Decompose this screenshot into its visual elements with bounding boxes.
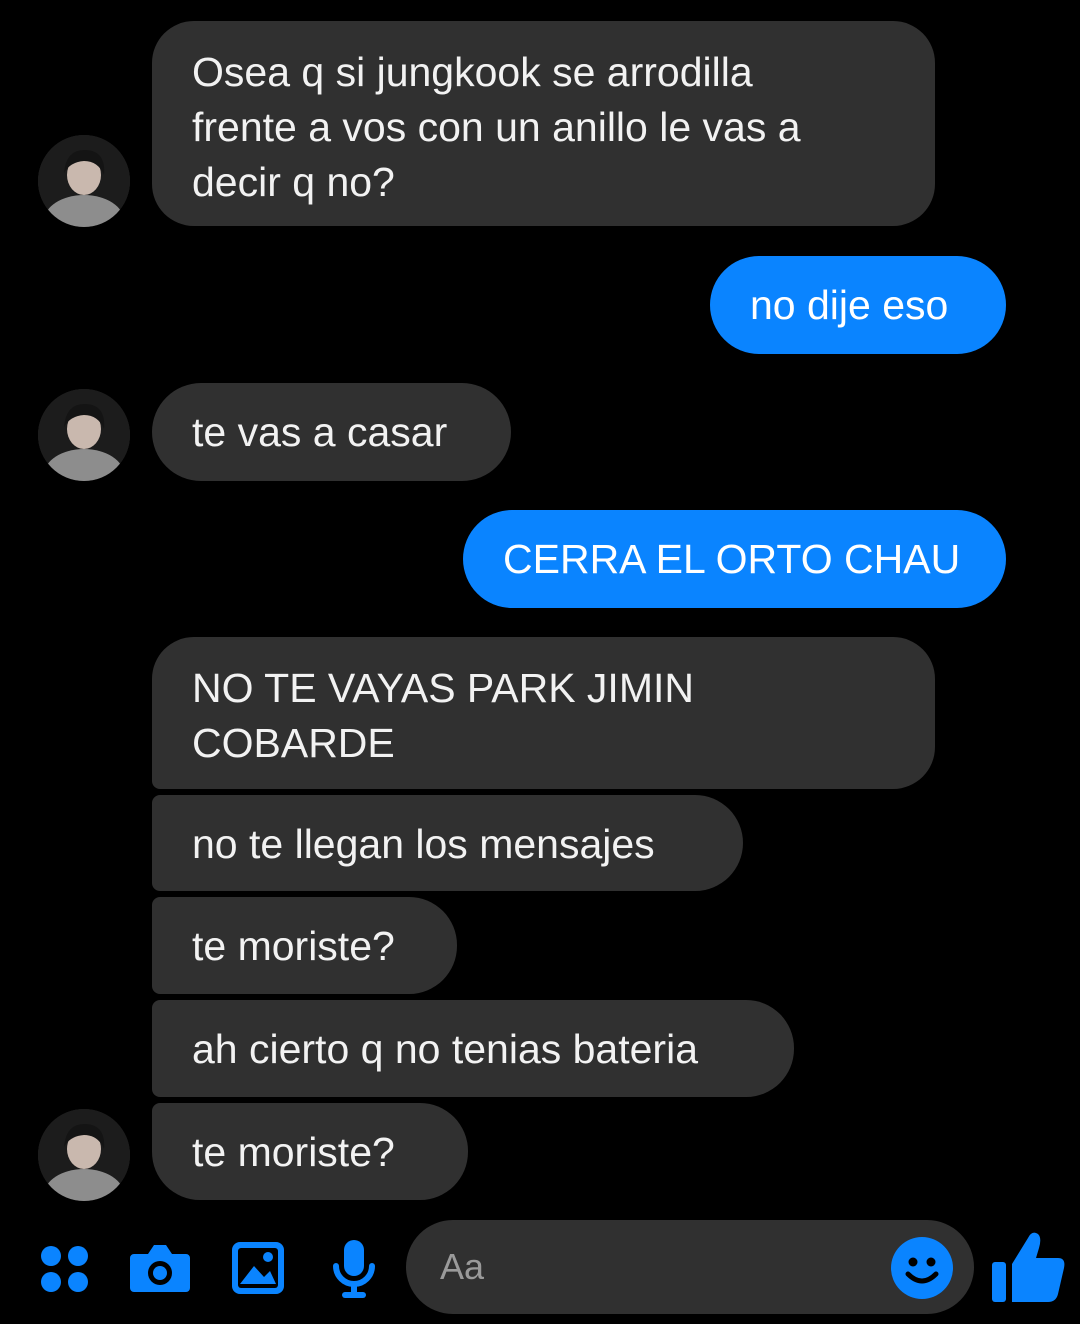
message-bubble-incoming[interactable]: te moriste? bbox=[152, 1103, 468, 1200]
microphone-icon[interactable] bbox=[330, 1238, 378, 1300]
message-bubble-incoming[interactable]: ah cierto q no tenias bateria bbox=[152, 1000, 794, 1097]
avatar-photo bbox=[38, 389, 130, 481]
contact-avatar[interactable] bbox=[38, 135, 130, 227]
message-bubble-incoming[interactable]: Osea q si jungkook se arrodilla frente a… bbox=[152, 21, 935, 226]
gallery-icon[interactable] bbox=[230, 1240, 286, 1296]
message-bubble-outgoing[interactable]: no dije eso bbox=[710, 256, 1006, 354]
emoji-icon[interactable] bbox=[890, 1236, 954, 1300]
contact-avatar[interactable] bbox=[38, 389, 130, 481]
camera-icon[interactable] bbox=[130, 1242, 190, 1296]
message-bubble-incoming[interactable]: te vas a casar bbox=[152, 383, 511, 481]
message-composer: Aa bbox=[0, 1218, 1080, 1324]
avatar-photo bbox=[38, 135, 130, 227]
message-bubble-incoming[interactable]: NO TE VAYAS PARK JIMIN COBARDE bbox=[152, 637, 935, 789]
contact-avatar[interactable] bbox=[38, 1109, 130, 1201]
thumbs-up-icon[interactable] bbox=[988, 1226, 1068, 1306]
message-bubble-incoming[interactable]: no te llegan los mensajes bbox=[152, 795, 743, 891]
apps-icon[interactable] bbox=[40, 1244, 90, 1294]
message-input[interactable]: Aa bbox=[406, 1220, 974, 1314]
message-bubble-incoming[interactable]: te moriste? bbox=[152, 897, 457, 994]
avatar-photo bbox=[38, 1109, 130, 1201]
message-input-placeholder: Aa bbox=[440, 1246, 485, 1287]
message-bubble-outgoing[interactable]: CERRA EL ORTO CHAU bbox=[463, 510, 1006, 608]
